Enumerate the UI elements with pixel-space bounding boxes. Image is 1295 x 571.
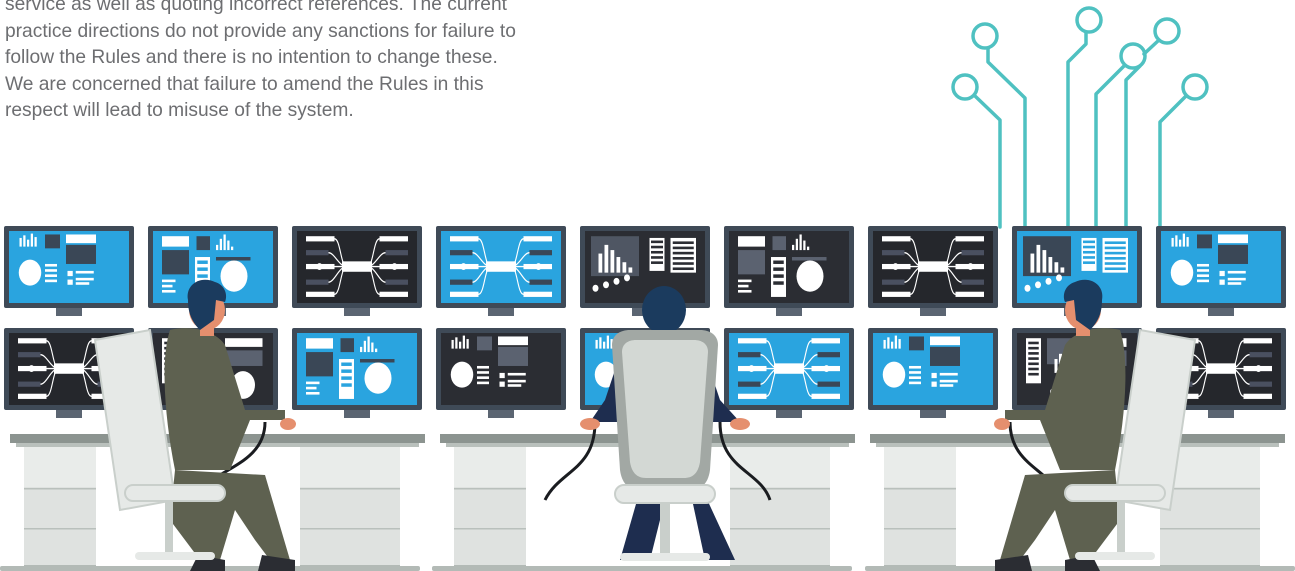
control-room-illustration	[0, 6, 1295, 571]
circuit-tree-icon	[951, 6, 1209, 229]
operator-center	[580, 286, 750, 561]
